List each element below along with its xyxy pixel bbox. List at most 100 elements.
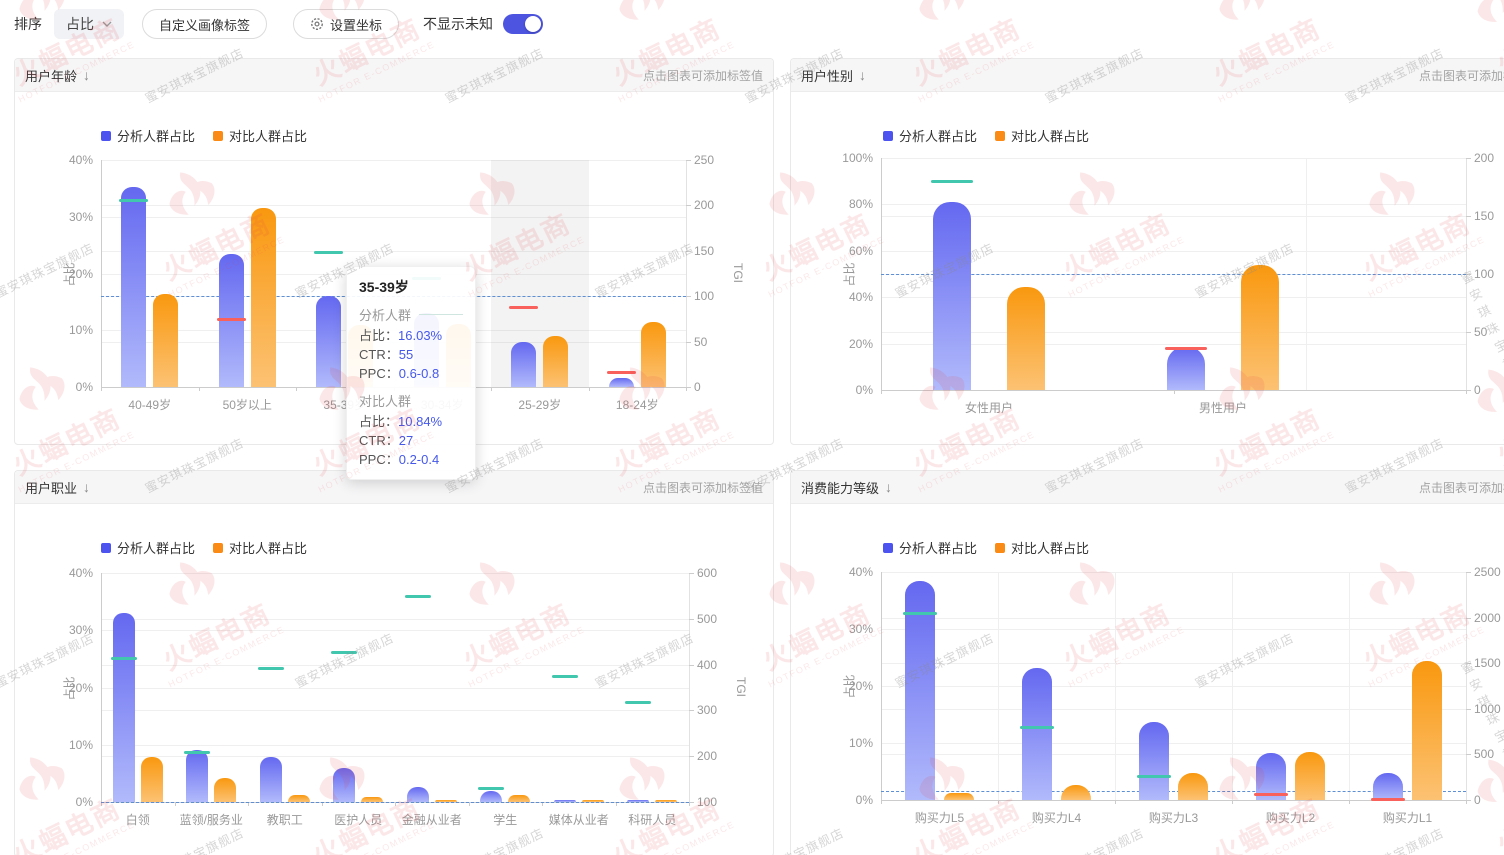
chart-user-age[interactable]: 分析人群占比对比人群占比40-49岁50岁以上35-39岁30-34岁25-29… (15, 92, 773, 445)
bar-analysis[interactable] (113, 613, 135, 802)
tgi-tick[interactable] (119, 199, 148, 202)
gridline (881, 686, 1466, 687)
bar-analysis[interactable] (121, 187, 146, 387)
right-axis-tick-label: 2000 (1474, 611, 1501, 625)
tgi-tick[interactable] (1371, 798, 1405, 801)
bar-analysis[interactable] (933, 202, 971, 390)
category-label: 18-24岁 (589, 396, 687, 413)
tgi-tick[interactable] (607, 371, 636, 374)
bar-analysis[interactable] (316, 296, 341, 387)
legend-item[interactable]: 分析人群占比 (101, 126, 195, 145)
bar-analysis[interactable] (260, 757, 282, 802)
tooltip-section-name: 对比人群 (359, 391, 463, 410)
tgi-tick[interactable] (111, 657, 137, 660)
tgi-tick[interactable] (1020, 726, 1054, 729)
bar-compare[interactable] (361, 797, 383, 802)
tgi-tick[interactable] (1254, 793, 1288, 796)
tgi-tick[interactable] (625, 701, 651, 704)
bar-compare[interactable] (543, 336, 568, 387)
bar-compare[interactable] (435, 800, 457, 802)
chart-spending-level[interactable]: 分析人群占比对比人群占比购买力L5购买力L4购买力L3购买力L2购买力L10%1… (791, 504, 1504, 855)
legend-item[interactable]: 对比人群占比 (995, 538, 1089, 557)
tgi-tick[interactable] (184, 751, 210, 754)
bar-analysis[interactable] (1022, 668, 1052, 800)
gridline (101, 160, 686, 161)
bar-compare[interactable] (641, 322, 666, 387)
hide-unknown-toggle[interactable] (503, 14, 543, 34)
bar-compare[interactable] (1241, 265, 1279, 390)
left-axis-tick-label: 10% (47, 738, 93, 752)
tgi-tick[interactable] (331, 651, 357, 654)
tgi-tick[interactable] (509, 306, 538, 309)
bar-compare[interactable] (508, 795, 530, 802)
gridline (101, 205, 686, 206)
tgi-tick[interactable] (217, 318, 246, 321)
bar-analysis[interactable] (1167, 347, 1205, 390)
category-label: 男性用户 (1077, 399, 1370, 416)
sort-descending-icon[interactable]: ↓ (83, 480, 90, 494)
tooltip-title: 35-39岁 (359, 277, 463, 297)
bar-compare[interactable] (251, 208, 276, 387)
bar-analysis[interactable] (609, 378, 634, 387)
tgi-tick[interactable] (405, 595, 431, 598)
right-axis-tick-label: 500 (697, 612, 717, 626)
bar-analysis[interactable] (1373, 773, 1403, 800)
axis-tick (1466, 754, 1471, 755)
tgi-tick[interactable] (903, 612, 937, 615)
bar-analysis[interactable] (480, 791, 502, 802)
bar-analysis[interactable] (554, 800, 576, 802)
sort-descending-icon[interactable]: ↓ (859, 68, 866, 82)
bar-compare[interactable] (288, 795, 310, 802)
bar-compare[interactable] (1007, 287, 1045, 390)
legend-item[interactable]: 分析人群占比 (101, 538, 195, 557)
tgi-tick[interactable] (258, 667, 284, 670)
set-axis-label: 设置坐标 (330, 15, 382, 34)
bar-compare[interactable] (1412, 661, 1442, 800)
bar-analysis[interactable] (627, 800, 649, 802)
tgi-tick[interactable] (1165, 347, 1207, 350)
bar-compare[interactable] (582, 800, 604, 802)
bar-compare[interactable] (141, 757, 163, 802)
axis-tick (689, 756, 694, 757)
sort-select[interactable]: 占比 (54, 9, 124, 39)
bar-analysis[interactable] (1139, 722, 1169, 800)
bar-compare[interactable] (153, 294, 178, 387)
legend-item[interactable]: 对比人群占比 (213, 126, 307, 145)
legend-label: 分析人群占比 (899, 126, 977, 145)
bar-compare[interactable] (655, 800, 677, 802)
bar-analysis[interactable] (407, 787, 429, 802)
sort-label: 排序 (14, 14, 42, 34)
chart-user-occupation[interactable]: 分析人群占比对比人群占比白领蓝领/服务业教职工医护人员金融从业者学生媒体从业者科… (15, 504, 773, 855)
bar-compare[interactable] (214, 778, 236, 802)
tgi-tick[interactable] (1137, 775, 1171, 778)
panel-hint: 点击图表可添加标签值 (1419, 67, 1504, 84)
bar-compare[interactable] (1178, 773, 1208, 800)
tooltip-row-label: CTR： (359, 347, 399, 362)
tooltip-row: CTR：27 (359, 431, 463, 450)
sort-descending-icon[interactable]: ↓ (885, 480, 892, 494)
sort-descending-icon[interactable]: ↓ (83, 68, 90, 82)
axis-tick (689, 573, 694, 574)
axis-tick (689, 619, 694, 620)
bar-compare[interactable] (1295, 752, 1325, 800)
tgi-tick[interactable] (478, 787, 504, 790)
custom-tag-button[interactable]: 自定义画像标签 (142, 9, 267, 39)
legend-item[interactable]: 分析人群占比 (883, 126, 977, 145)
tgi-tick[interactable] (552, 675, 578, 678)
bar-compare[interactable] (1061, 785, 1091, 800)
bar-analysis[interactable] (511, 342, 536, 387)
legend-label: 对比人群占比 (1011, 538, 1089, 557)
legend-item[interactable]: 对比人群占比 (213, 538, 307, 557)
tgi-tick[interactable] (931, 180, 973, 183)
legend-item[interactable]: 对比人群占比 (995, 126, 1089, 145)
legend-item[interactable]: 分析人群占比 (883, 538, 977, 557)
bar-analysis[interactable] (333, 768, 355, 802)
set-axis-button[interactable]: 设置坐标 (293, 9, 399, 39)
left-axis-tick-label: 40% (47, 153, 93, 167)
bar-compare[interactable] (944, 793, 974, 800)
compare-swatch (995, 543, 1005, 553)
chart-user-gender[interactable]: 分析人群占比对比人群占比女性用户男性用户0%20%40%60%80%100%05… (791, 92, 1504, 445)
bar-analysis[interactable] (186, 750, 208, 802)
left-axis-name: 占比 (61, 676, 78, 700)
tgi-tick[interactable] (314, 251, 343, 254)
